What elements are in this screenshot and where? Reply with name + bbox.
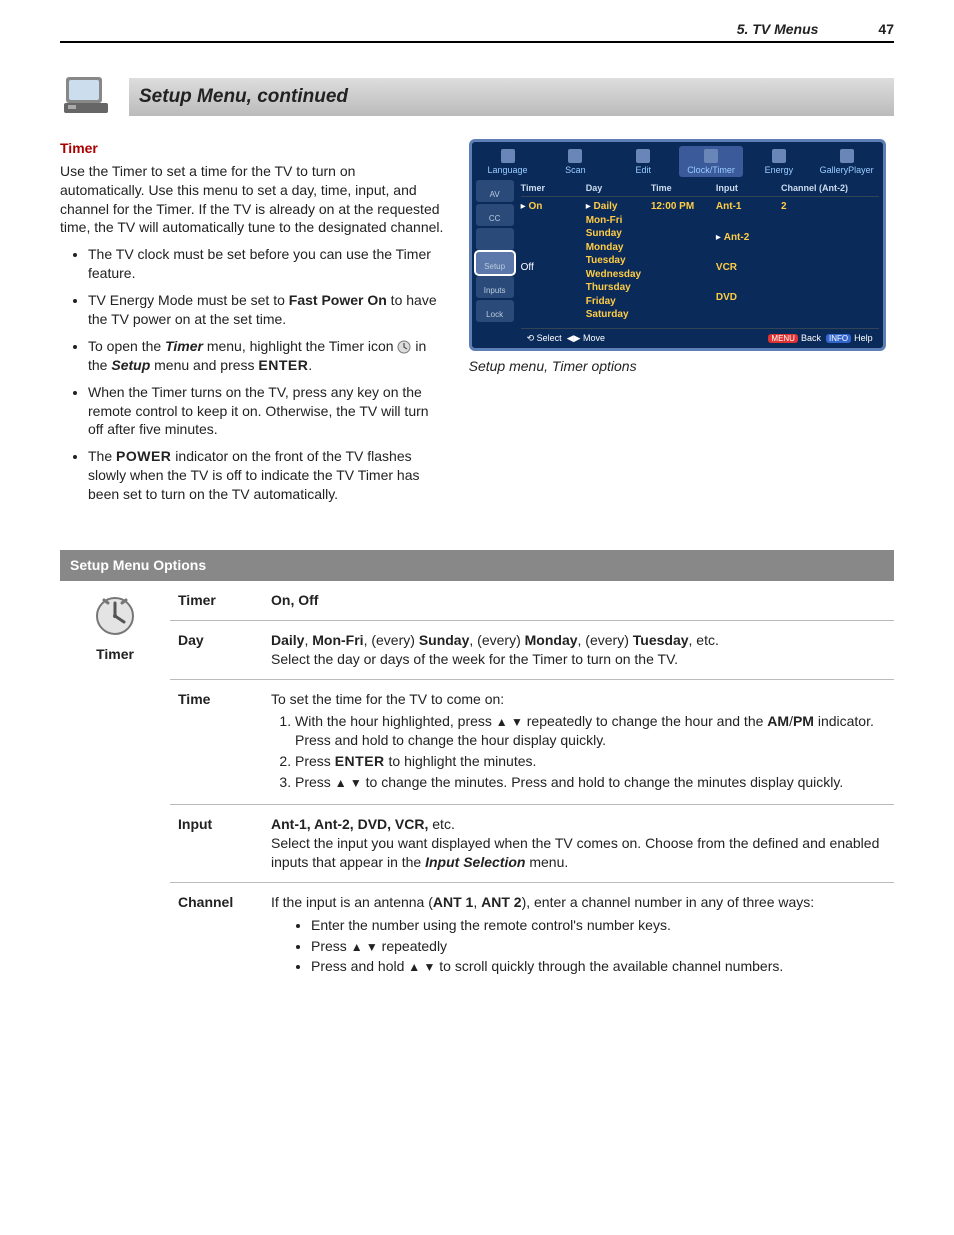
bullet-keep-on: When the Timer turns on the TV, press an… — [88, 383, 444, 440]
osd-top-icons: Language Scan Edit Clock/Timer Energy Ga… — [476, 146, 879, 177]
osd-left-icons: AV CC Setup Inputs Lock — [476, 180, 521, 346]
table-row-channel: Channel If the input is an antenna (ANT … — [170, 882, 894, 989]
section-title: Setup Menu, continued — [129, 78, 894, 116]
table-side-label: Timer — [60, 581, 170, 988]
clock-icon — [92, 593, 138, 639]
table-title: Setup Menu Options — [60, 550, 894, 581]
timer-description: Timer Use the Timer to set a time for th… — [60, 139, 444, 512]
bullet-power-indicator: The POWER indicator on the front of the … — [88, 447, 444, 504]
timer-intro: Use the Timer to set a time for the TV t… — [60, 162, 444, 238]
setup-options-table: Setup Menu Options Timer Timer On, Off D… — [60, 550, 894, 988]
bullet-energy-mode: TV Energy Mode must be set to Fast Power… — [88, 291, 444, 329]
page-number: 47 — [878, 20, 894, 39]
bullet-clock-required: The TV clock must be set before you can … — [88, 245, 444, 283]
page-header: 5. TV Menus 47 — [60, 20, 894, 43]
table-row-timer: Timer On, Off — [170, 581, 894, 620]
section-banner: Setup Menu, continued — [60, 73, 894, 121]
table-row-input: Input Ant-1, Ant-2, DVD, VCR, etc. Selec… — [170, 804, 894, 882]
tv-icon — [60, 73, 114, 121]
table-row-time: Time To set the time for the TV to come … — [170, 679, 894, 804]
timer-heading: Timer — [60, 139, 444, 158]
chapter-title: 5. TV Menus — [737, 20, 819, 39]
table-row-day: Day Daily, Mon-Fri, (every) Sunday, (eve… — [170, 620, 894, 679]
osd-caption: Setup menu, Timer options — [469, 357, 886, 376]
clock-icon — [397, 340, 411, 354]
bullet-open-timer: To open the Timer menu, highlight the Ti… — [88, 337, 444, 375]
osd-screenshot: Language Scan Edit Clock/Timer Energy Ga… — [469, 139, 886, 352]
